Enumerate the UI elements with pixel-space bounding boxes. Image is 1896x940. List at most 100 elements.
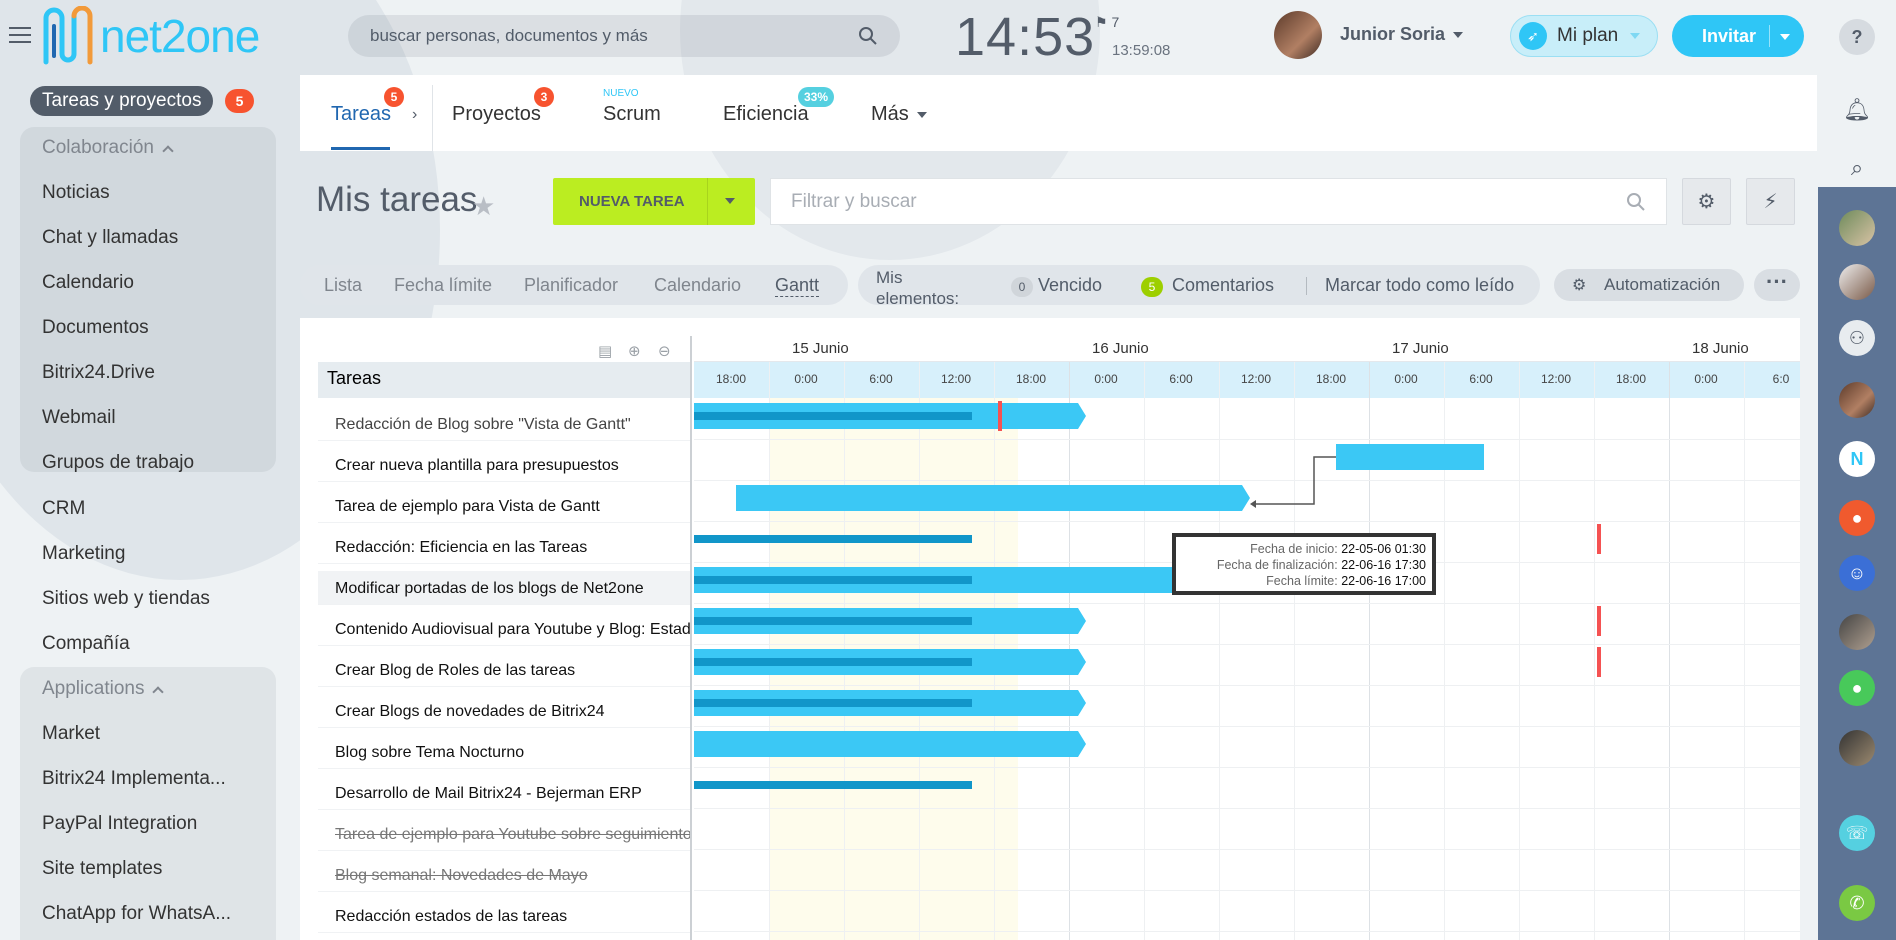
tab-proyectos-badge: 3 bbox=[534, 87, 554, 107]
star-icon[interactable]: ★ bbox=[472, 191, 495, 222]
gantt-task-row[interactable]: Desarrollo de Mail Bitrix24 - Bejerman E… bbox=[318, 776, 690, 810]
sidebar-item-webmail[interactable]: Webmail bbox=[42, 407, 116, 429]
gantt-task-row[interactable]: Crear nueva plantilla para presupuestos bbox=[318, 448, 690, 482]
contact-avatar[interactable] bbox=[1839, 382, 1875, 418]
zoom-out-icon[interactable]: ⊖ bbox=[658, 342, 671, 360]
sidebar-item-market[interactable]: Market bbox=[42, 723, 100, 745]
logo[interactable]: net2one bbox=[40, 5, 260, 67]
gantt-task-row[interactable]: Contenido Audiovisual para Youtube y Blo… bbox=[318, 612, 690, 646]
gantt-task-row[interactable]: Redacción estados de las tareas bbox=[318, 899, 690, 933]
my-plan-button[interactable]: ➶ Mi plan bbox=[1510, 15, 1658, 57]
view-lista[interactable]: Lista bbox=[324, 275, 362, 296]
chevron-down-icon bbox=[1630, 33, 1641, 39]
search-icon[interactable] bbox=[1626, 192, 1646, 212]
left-sidebar: Tareas y proyectos 5 Colaboración Notici… bbox=[0, 75, 290, 940]
tab-tareas[interactable]: Tareas bbox=[331, 103, 391, 126]
help-icon[interactable]: ? bbox=[1839, 19, 1875, 55]
mark-all-read[interactable]: Marcar todo como leído bbox=[1325, 275, 1514, 296]
gantt-task-row[interactable]: Redacción: Eficiencia en las Tareas bbox=[318, 530, 690, 564]
net2one-chat-icon[interactable]: N bbox=[1839, 441, 1875, 477]
sidebar-item-paypal[interactable]: PayPal Integration bbox=[42, 813, 197, 835]
gantt-task-row[interactable]: Crear Blog de Roles de las tareas bbox=[318, 653, 690, 687]
view-gantt[interactable]: Gantt bbox=[775, 275, 820, 297]
more-options-button[interactable]: ··· bbox=[1754, 269, 1800, 301]
tab-scrum[interactable]: Scrum bbox=[603, 103, 661, 126]
comments-filter[interactable]: Comentarios bbox=[1172, 275, 1274, 296]
gantt-task-row[interactable]: Crear Blogs de novedades de Bitrix24 bbox=[318, 694, 690, 728]
section-applications[interactable]: Applications bbox=[42, 678, 165, 700]
user-menu[interactable]: Junior Soria bbox=[1340, 24, 1464, 45]
invite-button[interactable]: Invitar bbox=[1672, 15, 1804, 57]
task-tooltip: Fecha de inicio: 22-05-06 01:30 Fecha de… bbox=[1172, 533, 1436, 595]
tooltip-end-value: 22-06-16 17:30 bbox=[1341, 558, 1426, 572]
sidebar-item-marketing[interactable]: Marketing bbox=[42, 543, 125, 565]
sidebar-item-chat[interactable]: Chat y llamadas bbox=[42, 227, 178, 249]
gantt-task-row[interactable]: Tarea de ejemplo para Vista de Gantt bbox=[318, 489, 690, 523]
chevron-down-icon[interactable] bbox=[1780, 34, 1790, 40]
new-task-button[interactable]: NUEVA TAREA bbox=[553, 178, 755, 225]
robot-icon: ⚙︎ bbox=[1572, 277, 1587, 294]
tab-proyectos[interactable]: Proyectos bbox=[452, 103, 541, 126]
sidebar-header[interactable]: Tareas y proyectos bbox=[30, 86, 214, 116]
filter-search-input[interactable]: Filtrar y buscar bbox=[770, 178, 1667, 225]
tab-eficiencia[interactable]: Eficiencia bbox=[723, 103, 809, 126]
view-fecha-limite[interactable]: Fecha límite bbox=[394, 275, 492, 296]
menu-icon[interactable] bbox=[9, 27, 31, 45]
tooltip-deadline-value: 22-06-16 17:00 bbox=[1341, 574, 1426, 588]
sidebar-item-site-templates[interactable]: Site templates bbox=[42, 858, 162, 880]
chevron-down-icon bbox=[916, 111, 927, 118]
sidebar-item-crm[interactable]: CRM bbox=[42, 498, 85, 520]
sidebar-item-workgroups[interactable]: Grupos de trabajo bbox=[42, 452, 194, 474]
tab-mas[interactable]: Más bbox=[871, 103, 927, 126]
phone-icon[interactable]: ✆ bbox=[1839, 885, 1875, 921]
contact-avatar[interactable] bbox=[1839, 730, 1875, 766]
sidebar-item-calendar[interactable]: Calendario bbox=[42, 272, 134, 294]
sidebar-item-documents[interactable]: Documentos bbox=[42, 317, 149, 339]
search-input[interactable]: buscar personas, documentos y más bbox=[348, 15, 900, 57]
settings-button[interactable]: ⚙ bbox=[1682, 178, 1731, 225]
flag-counter[interactable]: ⚑ 7 bbox=[1095, 14, 1119, 31]
gantt-chart: 15 Junio 16 Junio 17 Junio 18 Junio 18:00 0:… bbox=[694, 336, 1800, 940]
sidebar-item-implementation[interactable]: Bitrix24 Implementa... bbox=[42, 768, 226, 790]
view-calendario[interactable]: Calendario bbox=[654, 275, 741, 296]
gantt-task-row[interactable]: Modificar portadas de los blogs de Net2o… bbox=[318, 571, 690, 605]
search-placeholder: buscar personas, documentos y más bbox=[370, 26, 648, 45]
user-chat-icon[interactable]: ● bbox=[1839, 500, 1875, 536]
contact-avatar[interactable] bbox=[1839, 264, 1875, 300]
sidebar-item-company[interactable]: Compañía bbox=[42, 633, 130, 655]
automation-button[interactable]: ⚙︎ Automatización bbox=[1554, 269, 1744, 301]
sidebar-item-sites[interactable]: Sitios web y tiendas bbox=[42, 588, 210, 610]
sidebar-item-drive[interactable]: Bitrix24.Drive bbox=[42, 362, 155, 384]
telephony-icon[interactable]: ☏ bbox=[1839, 815, 1875, 851]
sidebar-item-chatapp[interactable]: ChatApp for WhatsA... bbox=[42, 903, 231, 925]
view-planificador[interactable]: Planificador bbox=[524, 275, 618, 296]
clock-time[interactable]: 14:53 bbox=[955, 6, 1095, 68]
chevron-down-icon bbox=[1453, 32, 1464, 39]
chevron-right-icon[interactable]: › bbox=[412, 106, 417, 124]
search-icon[interactable]: ⌕ bbox=[1839, 150, 1875, 186]
bell-icon[interactable]: 🔔︎ bbox=[1839, 92, 1875, 128]
gantt-task-row[interactable]: Tarea de ejemplo para Youtube sobre segu… bbox=[318, 817, 690, 851]
print-icon[interactable]: ▤ bbox=[598, 342, 612, 360]
tab-scrum-new-tag: NUEVO bbox=[603, 88, 639, 99]
search-icon[interactable] bbox=[858, 26, 878, 46]
section-collaboration[interactable]: Colaboración bbox=[42, 137, 174, 159]
user-avatar[interactable] bbox=[1274, 11, 1322, 59]
contact-avatar[interactable] bbox=[1839, 210, 1875, 246]
gantt-task-row[interactable]: Redacción de Blog sobre "Vista de Gantt" bbox=[318, 407, 690, 441]
contact-avatar[interactable] bbox=[1839, 614, 1875, 650]
robots-button[interactable]: ⚡︎ bbox=[1746, 178, 1795, 225]
gantt-task-row[interactable]: Blog semanal: Novedades de Mayo bbox=[318, 858, 690, 892]
overdue-filter[interactable]: Vencido bbox=[1038, 275, 1102, 296]
user-chat-icon[interactable]: ● bbox=[1839, 670, 1875, 706]
zoom-in-icon[interactable]: ⊕ bbox=[628, 342, 641, 360]
chevron-down-icon[interactable] bbox=[725, 198, 735, 204]
openlines-icon[interactable]: ☺ bbox=[1839, 555, 1875, 591]
gantt-column-title: Tareas bbox=[318, 362, 690, 398]
sidebar-item-noticias[interactable]: Noticias bbox=[42, 182, 110, 204]
gantt-task-row[interactable]: Blog sobre Tema Nocturno bbox=[318, 735, 690, 769]
group-chat-icon[interactable]: ⚇ bbox=[1839, 320, 1875, 356]
tab-mas-label: Más bbox=[871, 103, 909, 125]
dependency-connector bbox=[1250, 456, 1336, 587]
logo-mark-icon bbox=[43, 6, 93, 65]
